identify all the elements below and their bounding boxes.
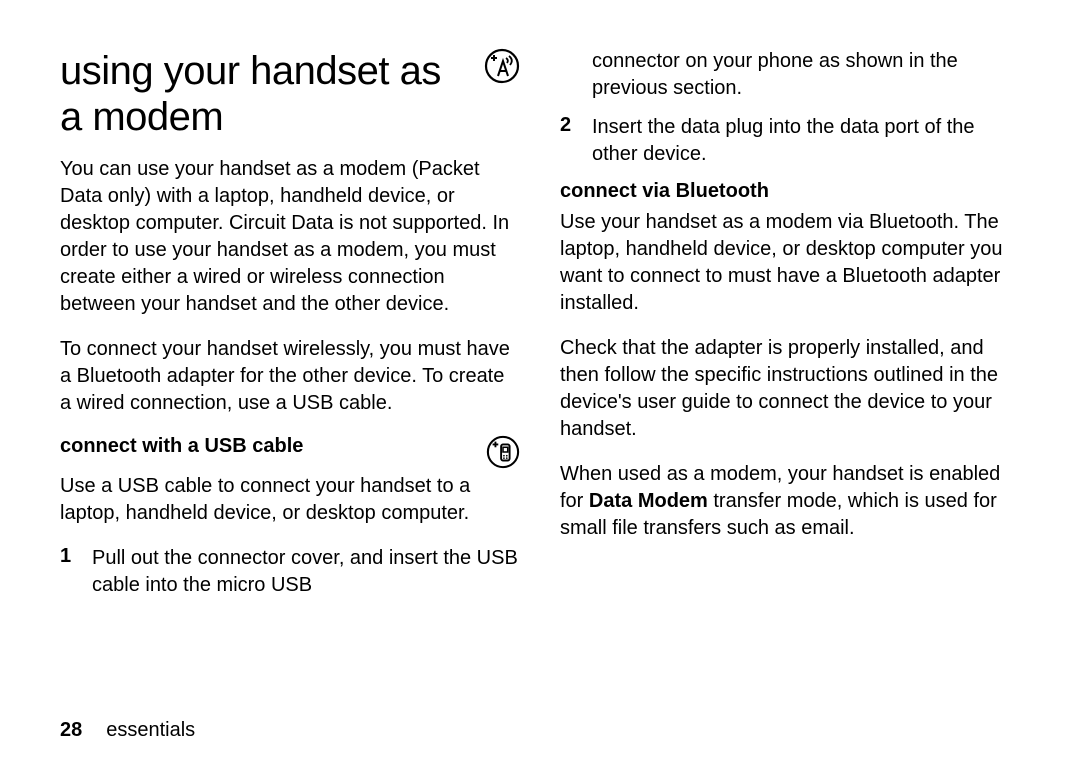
step-2: 2 Insert the data plug into the data por…	[560, 114, 1020, 168]
step-2-text: Insert the data plug into the data port …	[592, 114, 1020, 168]
right-steps: connector on your phone as shown in the …	[560, 48, 1020, 168]
right-column: connector on your phone as shown in the …	[560, 48, 1020, 705]
manual-page: using your handset as a modem	[0, 0, 1080, 766]
phone-plus-icon	[486, 435, 520, 469]
intro-paragraph-2: To connect your handset wirelessly, you …	[60, 336, 520, 417]
step-1-continued: connector on your phone as shown in the …	[560, 48, 1020, 102]
section-name: essentials	[106, 719, 195, 742]
antenna-plus-icon	[484, 48, 520, 84]
bluetooth-heading: connect via Bluetooth	[560, 180, 1020, 203]
step-number-blank	[560, 48, 574, 102]
usb-heading-row: connect with a USB cable	[60, 435, 520, 469]
bluetooth-paragraph-1: Use your handset as a modem via Bluetoot…	[560, 209, 1020, 317]
page-footer: 28 essentials	[60, 705, 1020, 742]
step-1: 1 Pull out the connector cover, and inse…	[60, 545, 520, 599]
page-number: 28	[60, 719, 82, 742]
title-row: using your handset as a modem	[60, 48, 520, 140]
columns: using your handset as a modem	[60, 48, 1020, 705]
usb-steps: 1 Pull out the connector cover, and inse…	[60, 545, 520, 599]
usb-heading: connect with a USB cable	[60, 435, 303, 458]
step-text: Pull out the connector cover, and insert…	[92, 545, 520, 599]
bluetooth-paragraph-2: Check that the adapter is properly insta…	[560, 335, 1020, 443]
step-number: 2	[560, 114, 574, 168]
intro-paragraph-1: You can use your handset as a modem (Pac…	[60, 156, 520, 318]
page-title: using your handset as a modem	[60, 48, 468, 140]
data-modem-label: Data Modem	[589, 490, 708, 512]
step-number: 1	[60, 545, 74, 599]
left-column: using your handset as a modem	[60, 48, 520, 705]
usb-body: Use a USB cable to connect your handset …	[60, 473, 520, 527]
bluetooth-paragraph-3: When used as a modem, your handset is en…	[560, 461, 1020, 542]
step-1-cont-text: connector on your phone as shown in the …	[592, 48, 1020, 102]
